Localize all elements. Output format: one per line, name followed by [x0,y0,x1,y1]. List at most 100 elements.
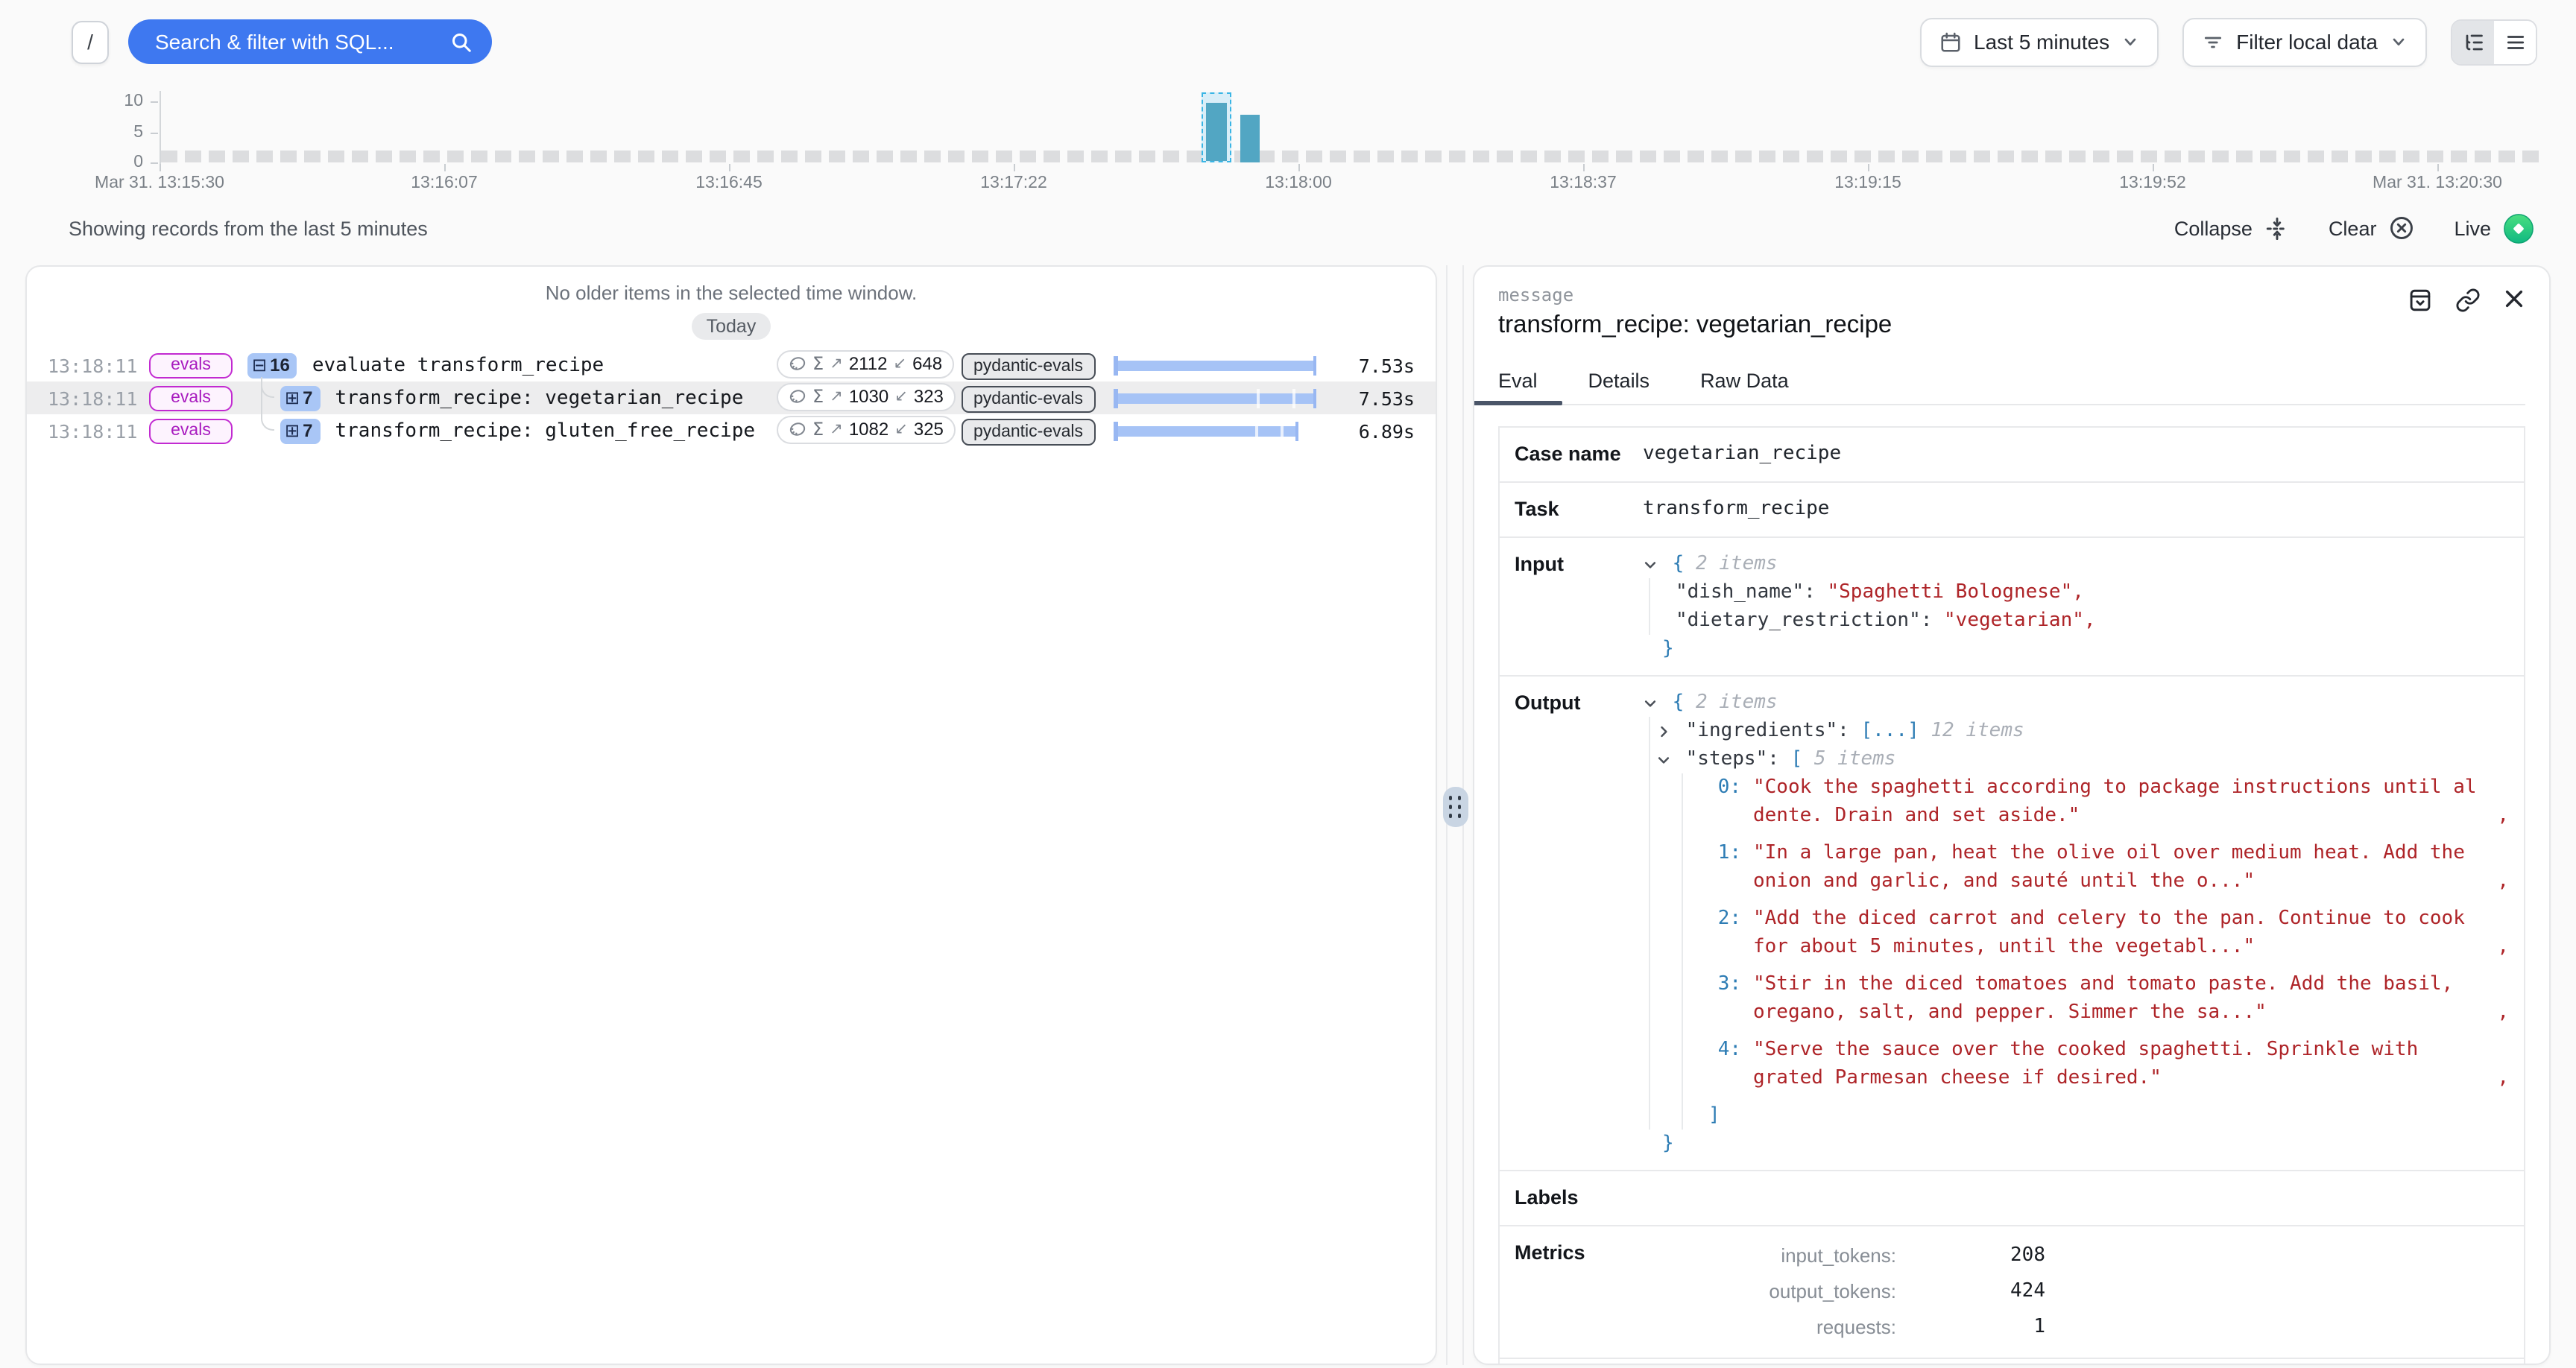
json-key: "steps": [1686,748,1779,770]
evals-tag[interactable]: evals [149,418,233,443]
x-axis-tick [729,164,730,171]
chevron-down-icon [2121,33,2139,51]
span-title: transform_recipe: gluten_free_recipe [335,419,777,442]
items-count-note: 5 items [1814,748,1896,770]
empty-notice: No older items in the selected time wind… [27,282,1436,304]
trace-row[interactable]: 13:18:11 evals ⊟ 16 evaluate transform_r… [27,349,1436,381]
json-nested-block: "ingredients": [...] 12 items "steps": [… [1649,717,2509,1130]
trace-row[interactable]: 13:18:11 evals ⊞ 7 transform_recipe: veg… [27,381,1436,414]
y-axis-tick-label: 0 [98,153,143,171]
json-line: { 2 items [1643,688,2509,717]
detail-header: message transform_recipe: vegetarian_rec… [1498,267,2525,340]
evals-tag[interactable]: evals [149,385,233,411]
trailing-comma: , [2497,933,2509,961]
output-tokens-value: 323 [914,387,944,408]
duration-bar[interactable] [1114,355,1316,375]
task-label: Task [1500,495,1643,525]
span-detail-panel: message transform_recipe: vegetarian_rec… [1473,265,2551,1365]
token-stats-pill[interactable]: Σ ↗ 2112 ↙ 648 [777,350,954,379]
json-line: "steps": [ 5 items [1656,745,2509,773]
list-view-toggle[interactable] [2494,20,2536,63]
bar-13-18-09[interactable] [1240,115,1260,162]
array-index: 4: [1708,1036,1741,1092]
detail-header-actions [2408,288,2525,313]
input-json-viewer: { 2 items "dish_name": "Spaghetti Bologn… [1643,550,2524,663]
metric-key: output_tokens: [1643,1274,1896,1310]
span-count-badge[interactable]: ⊞ 7 [280,418,321,443]
input-tokens-value: 1082 [849,419,888,440]
x-axis-label: 13:18:37 [1550,174,1617,192]
panel-resize-handle[interactable] [1442,787,1468,827]
json-key: "ingredients": [1686,720,1849,742]
collapse-button[interactable]: Collapse [2174,215,2290,241]
x-axis-label: Mar 31. 13:15:30 [95,174,224,192]
chevron-right-icon[interactable] [1656,723,1673,738]
tokens-coin-icon [789,355,806,373]
close-bracket: ] [1708,1101,2509,1130]
json-line: { 2 items [1643,550,2509,578]
collapse-button-label: Collapse [2174,217,2253,239]
evals-tag[interactable]: evals [149,352,233,378]
json-array-item: 0: "Cook the spaghetti according to pack… [1708,773,2509,830]
chevron-down-icon[interactable] [1656,752,1673,767]
span-count-badge[interactable]: ⊟ 16 [247,352,297,378]
metrics-list: input_tokens:208 output_tokens:424 reque… [1643,1238,2524,1346]
json-line: "ingredients": [...] 12 items [1656,717,2509,745]
open-brace: { [1673,691,1685,714]
duration-text: 7.53s [1331,354,1415,376]
json-array-item: 2: "Add the diced carrot and celery to t… [1708,905,2509,961]
dock-panel-icon[interactable] [2408,288,2433,313]
showing-records-text: Showing records from the last 5 minutes [69,217,428,239]
tree-view-toggle[interactable] [2452,20,2494,63]
close-icon[interactable] [2503,288,2525,313]
collapsed-array[interactable]: [...] [1860,720,1919,742]
close-brace: } [1662,1130,2509,1158]
span-count-badge[interactable]: ⊞ 7 [280,385,321,411]
metric-value: 208 [1896,1238,2045,1274]
clear-button[interactable]: Clear [2329,215,2416,241]
trace-row[interactable]: 13:18:11 evals ⊞ 7 transform_recipe: glu… [27,414,1436,447]
span-count: 7 [303,387,312,408]
tab-raw-data[interactable]: Raw Data [1700,370,1789,404]
y-axis-tick-label: 10 [98,92,143,110]
output-row: Output { 2 items "ingredients": [1500,677,2524,1171]
records-timeline-chart[interactable]: 10 5 0 Mar 31. 13:15:30 13:16:07 13:16:4… [0,83,2576,200]
search-button[interactable]: Search & filter with SQL... [128,19,492,64]
json-array-item: 3: "Stir in the diced tomatoes and tomat… [1708,970,2509,1027]
service-column: pydantic-evals [962,351,1114,379]
slash-shortcut-key[interactable]: / [72,20,109,63]
tab-eval[interactable]: Eval [1498,370,1538,404]
date-badge[interactable]: Today [692,313,771,340]
duration-bar-column [1114,388,1316,408]
live-toggle[interactable]: Live [2454,212,2534,244]
chevron-down-icon[interactable] [1643,695,1659,710]
duration-text: 7.53s [1331,387,1415,409]
service-tag[interactable]: pydantic-evals [962,352,1095,379]
token-stats-pill[interactable]: Σ ↗ 1082 ↙ 325 [777,416,956,444]
json-string-value: "vegetarian", [1944,609,2096,632]
token-stats-pill[interactable]: Σ ↗ 1030 ↙ 323 [777,383,956,411]
active-tab-underline [1473,401,1563,405]
selected-bar[interactable] [1202,92,1231,162]
json-string-value: "Spaghetti Bolognese", [1828,581,2084,604]
filter-local-data-button[interactable]: Filter local data [2182,17,2427,66]
json-line: "dish_name": "Spaghetti Bolognese", [1676,578,2509,607]
duration-bar[interactable] [1114,388,1316,408]
x-axis-label: 13:18:00 [1265,174,1332,192]
chart-plot-area[interactable] [161,92,2540,162]
json-string-value: "Add the diced carrot and celery to the … [1753,905,2485,961]
service-tag[interactable]: pydantic-evals [962,418,1095,445]
tab-details[interactable]: Details [1588,370,1650,404]
json-array-item: 4: "Serve the sauce over the cooked spag… [1708,1036,2509,1092]
metric-item: input_tokens:208 [1643,1238,2509,1274]
x-axis-tick [1868,164,1869,171]
token-stats-column: Σ ↗ 1082 ↙ 325 [777,416,962,446]
duration-bar[interactable] [1114,421,1316,440]
json-string-value: "In a large pan, heat the olive oil over… [1753,839,2485,896]
time-range-button[interactable]: Last 5 minutes [1920,17,2159,66]
json-array-item: 1: "In a large pan, heat the olive oil o… [1708,839,2509,896]
panel-divider [1437,265,1473,1365]
chevron-down-icon[interactable] [1643,557,1659,571]
link-icon[interactable] [2455,288,2481,313]
service-tag[interactable]: pydantic-evals [962,385,1095,412]
